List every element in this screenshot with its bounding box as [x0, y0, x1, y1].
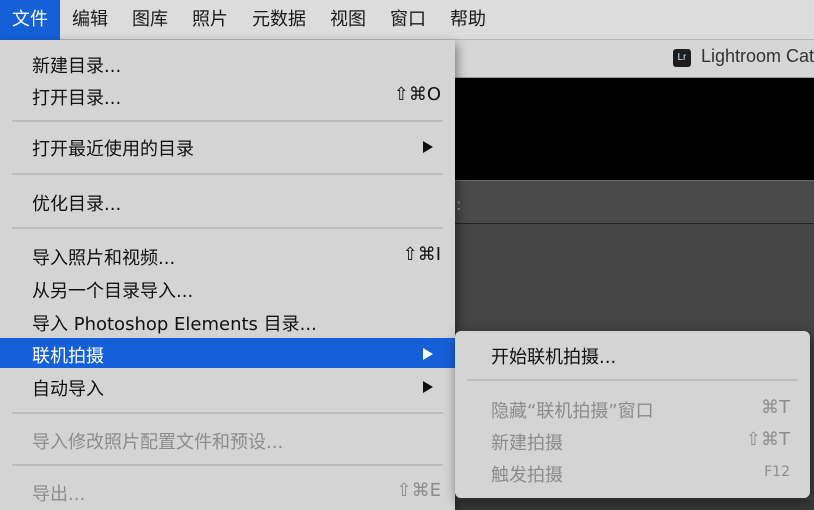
menubar-library[interactable]: 图库: [120, 0, 180, 40]
menu-item-tethered-capture[interactable]: 联机拍摄: [0, 338, 455, 368]
submenu-item-shortcut: ⌘T: [761, 397, 790, 418]
menu-item-label: 导入照片和视频...: [32, 248, 176, 269]
menu-separator: [12, 412, 443, 414]
menu-item-label: 导入 Photoshop Elements 目录...: [32, 314, 317, 335]
menu-item-shortcut: ⇧⌘O: [393, 84, 441, 105]
submenu-separator: [467, 379, 798, 381]
menu-item-import-photoshop-elements[interactable]: 导入 Photoshop Elements 目录...: [0, 306, 455, 336]
menu-separator: [12, 464, 443, 466]
submenu-item-label: 开始联机拍摄...: [491, 347, 617, 368]
submenu-item-hide-tethered-window: 隐藏“联机拍摄”窗口 ⌘T: [455, 393, 810, 423]
menu-item-label: 从另一个目录导入...: [32, 281, 194, 302]
lightroom-logo-icon: Lr: [672, 49, 691, 67]
submenu-item-shortcut: ⇧⌘T: [745, 429, 790, 450]
menu-item-label: 打开最近使用的目录: [32, 139, 194, 160]
submenu-item-shortcut: F12: [764, 464, 790, 480]
menubar-window[interactable]: 窗口: [378, 0, 438, 40]
menu-item-open-recent[interactable]: 打开最近使用的目录: [0, 131, 455, 161]
menu-item-import-develop-profiles: 导入修改照片配置文件和预设...: [0, 424, 455, 454]
menu-item-label: 联机拍摄: [32, 346, 104, 367]
menu-item-open-catalog[interactable]: 打开目录... ⇧⌘O: [0, 80, 455, 110]
submenu-item-label: 新建拍摄: [491, 433, 563, 454]
submenu-item-label: 触发拍摄: [491, 465, 563, 486]
submenu-item-start-tethered[interactable]: 开始联机拍摄...: [455, 339, 810, 369]
submenu-item-trigger-capture: 触发拍摄 F12: [455, 457, 810, 487]
menu-item-label: 导入修改照片配置文件和预设...: [32, 432, 284, 453]
menu-separator: [12, 227, 443, 229]
menu-item-label: 新建目录...: [32, 56, 122, 77]
menubar-view[interactable]: 视图: [318, 0, 378, 40]
menubar-file[interactable]: 文件: [0, 0, 60, 40]
menu-separator: [12, 120, 443, 122]
menu-item-import-photos[interactable]: 导入照片和视频... ⇧⌘I: [0, 240, 455, 270]
menu-item-import-from-catalog[interactable]: 从另一个目录导入...: [0, 273, 455, 303]
submenu-item-new-shot: 新建拍摄 ⇧⌘T: [455, 425, 810, 455]
submenu-arrow-icon: [423, 141, 433, 153]
submenu-arrow-icon: [423, 381, 433, 393]
menubar-metadata[interactable]: 元数据: [240, 0, 318, 40]
app-title-text: Lightroom Cat: [700, 46, 814, 66]
menubar-help[interactable]: 帮助: [438, 0, 498, 40]
menu-item-label: 优化目录...: [32, 194, 122, 215]
menu-item-shortcut: ⇧⌘E: [396, 480, 441, 501]
menu-item-new-catalog[interactable]: 新建目录...: [0, 48, 455, 78]
file-menu: 新建目录... 打开目录... ⇧⌘O 打开最近使用的目录 优化目录... 导入…: [0, 40, 455, 510]
menu-item-shortcut: ⇧⌘I: [402, 244, 441, 265]
menu-bar: 文件 编辑 图库 照片 元数据 视图 窗口 帮助: [0, 0, 814, 40]
menu-item-label: 导出...: [32, 484, 86, 505]
menu-item-auto-import[interactable]: 自动导入: [0, 371, 455, 401]
menu-separator: [12, 173, 443, 175]
menubar-edit[interactable]: 编辑: [60, 0, 120, 40]
menu-item-label: 自动导入: [32, 379, 104, 400]
submenu-item-label: 隐藏“联机拍摄”窗口: [491, 401, 654, 422]
submenu-arrow-icon: [423, 348, 433, 360]
menu-item-label: 打开目录...: [32, 88, 122, 109]
menubar-photo[interactable]: 照片: [180, 0, 240, 40]
tethered-capture-submenu: 开始联机拍摄... 隐藏“联机拍摄”窗口 ⌘T 新建拍摄 ⇧⌘T 触发拍摄 F1…: [455, 331, 810, 498]
app-window-title: Lr Lightroom Cat: [672, 46, 814, 67]
menu-item-export: 导出... ⇧⌘E: [0, 476, 455, 506]
menu-item-optimize-catalog[interactable]: 优化目录...: [0, 186, 455, 216]
